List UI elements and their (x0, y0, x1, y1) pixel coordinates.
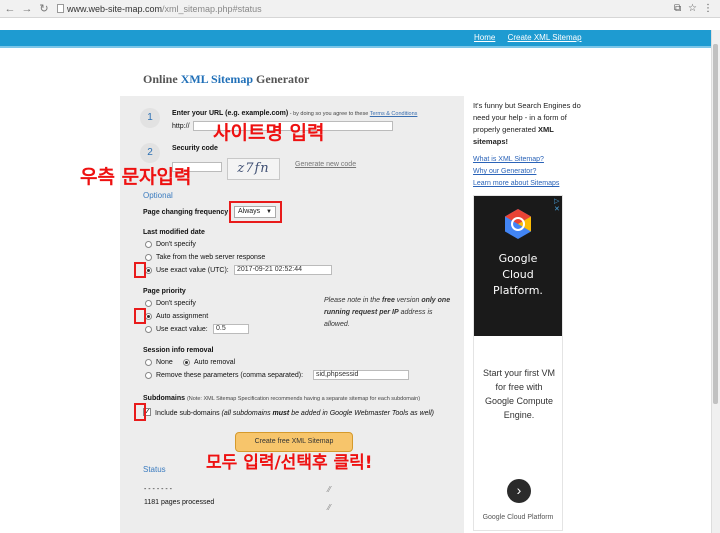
security-code-label: Security code (172, 145, 218, 152)
ad-brand-text: Google Cloud Platform. (493, 252, 543, 297)
status-heading: Status (143, 465, 166, 474)
step-2-number: 2 (140, 143, 160, 163)
url-path: /xml_sitemap.php#status (162, 4, 262, 14)
optional-heading: Optional (143, 191, 173, 200)
header-bar (0, 30, 712, 48)
annotation-box-lastmod (134, 262, 146, 278)
captcha-image: z7fn (227, 158, 280, 180)
scrollbar-thumb[interactable] (713, 44, 718, 404)
lastmod-exact-radio[interactable] (145, 267, 152, 274)
status-progress-dots: - - - - - - - (144, 486, 172, 493)
session-remove-radio[interactable] (145, 372, 152, 379)
google-cloud-ad[interactable]: ▷ ✕ Google Cloud Platform. Start your fi… (473, 195, 563, 531)
ad-body-text: Start your first VM for free with Google… (482, 368, 555, 420)
back-icon[interactable]: ← (3, 2, 17, 16)
last-modified-label: Last modified date (143, 229, 205, 236)
annotation-box-priority (134, 308, 146, 324)
url-prefix: http:// (172, 123, 190, 130)
priority-auto-radio[interactable] (145, 313, 152, 320)
lastmod-value-input[interactable]: 2017-09-21 02:52:44 (234, 265, 332, 275)
menu-icon[interactable]: ⋮ (703, 2, 713, 16)
priority-label: Page priority (143, 288, 186, 295)
annotation-box-subdomains (134, 403, 146, 421)
resize-handle-icon[interactable]: ⁄⁄ (328, 485, 331, 494)
forward-icon[interactable]: → (20, 2, 34, 16)
header-links: Home Create XML Sitemap (474, 33, 592, 42)
priority-dont-specify-radio[interactable] (145, 300, 152, 307)
bookmark-star-icon[interactable]: ☆ (688, 2, 697, 16)
generate-new-code-link[interactable]: Generate new code (295, 161, 356, 168)
sidebar: It's funny but Search Engines do need yo… (473, 100, 583, 190)
address-bar[interactable]: www.web-site-map.com/xml_sitemap.php#sta… (55, 2, 665, 16)
create-sitemap-link[interactable]: Create XML Sitemap (508, 33, 582, 42)
session-none-radio[interactable] (145, 359, 152, 366)
url-label: Enter your URL (e.g. example.com) - by d… (172, 110, 418, 117)
what-is-sitemap-link[interactable]: What is XML Sitemap? (473, 154, 583, 166)
lastmod-server-radio[interactable] (145, 254, 152, 261)
status-pages-processed: 1181 pages processed (144, 499, 215, 506)
lastmod-option-label: Don't specify (156, 241, 196, 248)
ad-arrow-button[interactable]: › (507, 479, 531, 503)
translate-icon[interactable]: ⧉ (674, 2, 681, 16)
sidebar-intro: It's funny but Search Engines do need yo… (473, 101, 581, 146)
session-remove-label: Remove these parameters (comma separated… (156, 372, 304, 379)
google-cloud-logo-icon (505, 209, 531, 239)
ad-footer-text: Google Cloud Platform (482, 514, 554, 521)
annotation-box-frequency (229, 201, 282, 223)
session-none-label: None (156, 359, 173, 366)
priority-value-input[interactable]: 0.5 (213, 324, 249, 334)
lastmod-option-label: Use exact value (UTC): (156, 267, 229, 274)
page-frequency-label: Page changing frequency (143, 209, 229, 216)
include-subdomains-label: Include sub-domains (all subdomains must… (155, 410, 434, 417)
annotation-site-name: 사이트명 입력 (213, 122, 325, 144)
lastmod-option-label: Take from the web server response (156, 254, 266, 261)
adchoices-icon[interactable]: ▷ ✕ (554, 197, 562, 213)
subdomains-label: Subdomains (Note: XML Sitemap Specificat… (143, 395, 421, 402)
terms-link[interactable]: Terms & Conditions (370, 111, 418, 117)
ad-banner: ▷ ✕ Google Cloud Platform. (474, 196, 562, 336)
url-host: www.web-site-map.com (67, 4, 163, 14)
session-params-input[interactable]: sid,phpsessid (313, 370, 409, 380)
resize-handle-icon[interactable]: ⁄⁄ (328, 503, 331, 512)
site-title: Online XML Sitemap Generator (143, 72, 310, 86)
priority-exact-radio[interactable] (145, 326, 152, 333)
session-auto-label: Auto removal (194, 359, 236, 366)
learn-more-link[interactable]: Learn more about Sitemaps (473, 178, 583, 190)
why-generator-link[interactable]: Why our Generator? (473, 166, 583, 178)
annotation-captcha: 우측 문자입력 (80, 166, 192, 188)
annotation-click-all: 모두 입력/선택후 클릭! (206, 453, 373, 473)
session-label: Session info removal (143, 347, 214, 354)
home-link[interactable]: Home (474, 33, 495, 42)
priority-option-label: Don't specify (156, 300, 196, 307)
priority-option-label: Auto assignment (156, 313, 209, 320)
free-version-note: Please note in the free version only one… (324, 297, 451, 328)
session-auto-radio[interactable] (183, 359, 190, 366)
reload-icon[interactable]: ↻ (37, 2, 51, 16)
lastmod-dont-specify-radio[interactable] (145, 241, 152, 248)
step-1-number: 1 (140, 108, 160, 128)
priority-option-label: Use exact value: (156, 326, 208, 333)
